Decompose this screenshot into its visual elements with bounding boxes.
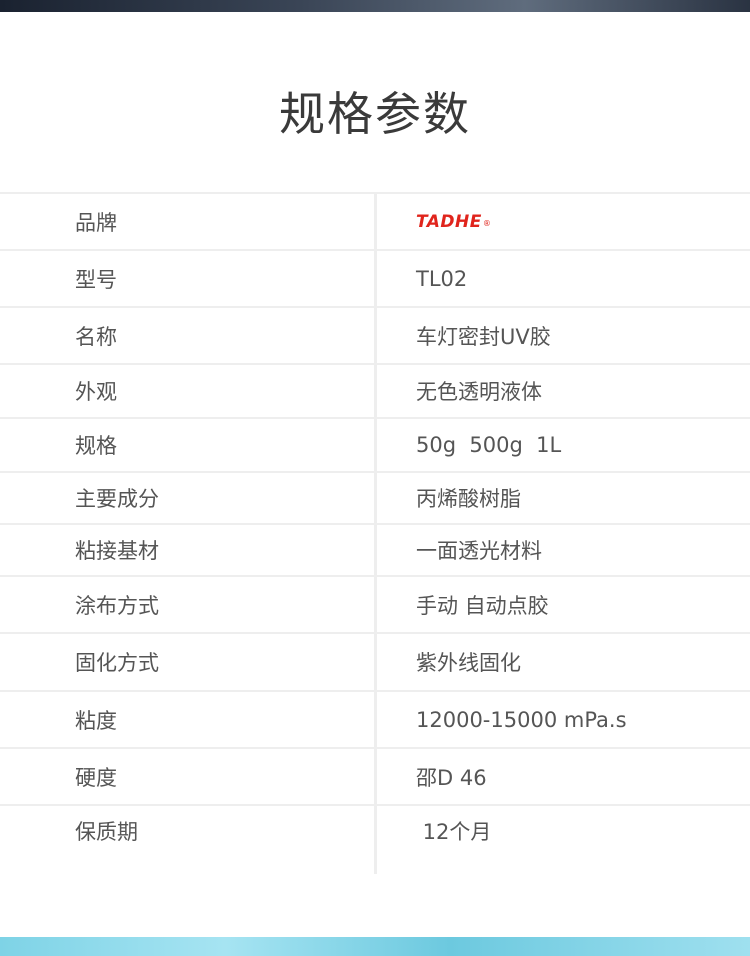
spec-value: 50g 500g 1L [416,433,562,457]
spec-label: 硬度 [75,765,117,790]
spec-label: 外观 [75,380,117,404]
spec-label: 规格 [75,434,117,458]
spec-value: 无色透明液体 [416,380,542,404]
spec-label: 粘接基材 [75,539,159,563]
brand-logo-text: TADHE [416,211,482,232]
spec-value: TL02 [416,266,468,291]
spec-value: 车灯密封UV胶 [416,324,551,349]
spec-label: 品牌 [75,210,117,235]
registered-mark-icon: ® [482,219,491,228]
bottom-banner-strip [0,937,750,956]
spec-value: 紫外线固化 [416,651,521,675]
page-title: 规格参数 [279,87,471,141]
brand-logo: TADHE ® [416,194,491,249]
spec-value: 12个月 [416,820,492,844]
column-divider [374,192,377,874]
top-banner-strip [0,0,750,12]
spec-label: 型号 [75,267,117,292]
spec-value: 一面透光材料 [416,539,542,563]
spec-value: 手动 自动点胶 [416,593,549,618]
spec-value: 邵D 46 [416,765,487,790]
spec-value: 12000-15000 mPa.s [416,707,627,732]
spec-label: 固化方式 [75,651,159,675]
spec-label: 保质期 [75,820,138,844]
spec-label: 涂布方式 [75,593,159,618]
spec-label: 粘度 [75,708,117,733]
spec-label: 主要成分 [75,487,159,511]
spec-label: 名称 [75,324,117,349]
spec-value: 丙烯酸树脂 [416,487,521,511]
